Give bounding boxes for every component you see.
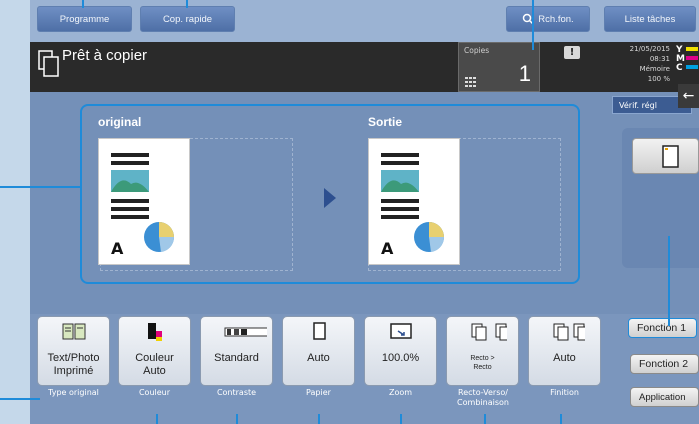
original-label: original [98,115,142,129]
finishing-caption: Finition [550,388,579,397]
density-caption: Contraste [216,388,257,397]
paper-value: Auto [307,352,330,364]
copies-value: 1 [518,61,531,86]
callout-line [532,0,534,50]
keypad-icon [465,77,476,87]
duplex-caption: Recto-Verso/ Combinaison [457,388,509,407]
paper-button[interactable]: Auto [282,316,355,386]
callout-line [0,186,80,188]
paper-icon [312,322,326,340]
toner-y-bar [686,47,698,51]
quick-copy-button[interactable]: Cop. rapide [140,6,235,32]
finishing-icon [553,323,585,341]
copies-display[interactable]: Copies 1 [458,42,540,92]
document-preview-icon: A [111,153,175,258]
duplex-button[interactable]: Recto > Recto [446,316,519,386]
svg-text:A: A [111,239,124,258]
density-value: Standard [214,352,259,364]
color-value: Couleur Auto [135,352,174,377]
programme-button[interactable]: Programme [37,6,132,32]
callout-line [318,414,320,424]
function-2-tab[interactable]: Fonction 2 [630,354,699,374]
preview-arrow-icon [324,188,336,208]
date-memory-readout: 21/05/2015 08:31 Mémoire 100 % [610,44,670,84]
job-list-button[interactable]: Liste tâches [604,6,696,32]
function-1-tab[interactable]: Fonction 1 [628,318,697,338]
callout-line [484,414,486,424]
zoom-value: 100.0% [381,352,420,364]
density-icon [224,327,267,337]
zoom-caption: Zoom [388,388,413,397]
callout-line [156,414,158,424]
memory-value: 100 % [647,75,670,83]
copy-document-icon [38,50,59,77]
back-arrow-icon[interactable]: ← [678,84,699,108]
callout-line [186,0,188,8]
color-button[interactable]: Couleur Auto [118,316,191,386]
search-button[interactable]: Rch.fon. [506,6,590,32]
color-icon [147,323,162,341]
toner-m-bar [686,56,698,60]
toner-c-bar [686,65,698,69]
finishing-value: Auto [553,352,576,364]
application-tab[interactable]: Application [630,387,699,407]
callout-line [400,414,402,424]
callout-line [236,414,238,424]
memory-label: Mémoire [639,65,670,73]
original-type-button[interactable]: Text/Photo Imprimé [37,316,110,386]
date-text: 21/05/2015 [629,45,670,53]
callout-line [560,414,562,424]
warning-icon[interactable]: ! [564,46,580,59]
toner-c: C [676,63,683,73]
callout-line [668,236,670,326]
output-label: Sortie [368,115,403,129]
zoom-button[interactable]: 100.0% [364,316,437,386]
page-icon [662,145,679,168]
duplex-value: Recto > Recto [470,355,495,371]
time-text: 08:31 [649,55,670,63]
zoom-icon [389,323,412,339]
paper-caption: Papier [306,388,331,397]
density-button[interactable]: Standard [200,316,273,386]
text-photo-icon [62,323,85,340]
status-title: Prêt à copier [62,47,148,64]
output-page-thumbnail: A [368,138,460,265]
original-page-thumbnail: A [98,138,190,265]
copies-label: Copies [464,46,490,55]
toner-levels: Y M C [676,46,685,73]
duplex-icon [471,323,507,341]
color-caption: Couleur [138,388,171,397]
original-type-caption: Type original [48,388,99,397]
callout-line [82,0,84,8]
document-preview-icon: A [381,153,445,258]
callout-line [0,398,40,400]
finishing-button[interactable]: Auto [528,316,601,386]
page-setting-button[interactable] [632,138,699,174]
svg-text:A: A [381,239,394,258]
original-type-value: Text/Photo Imprimé [47,352,100,377]
